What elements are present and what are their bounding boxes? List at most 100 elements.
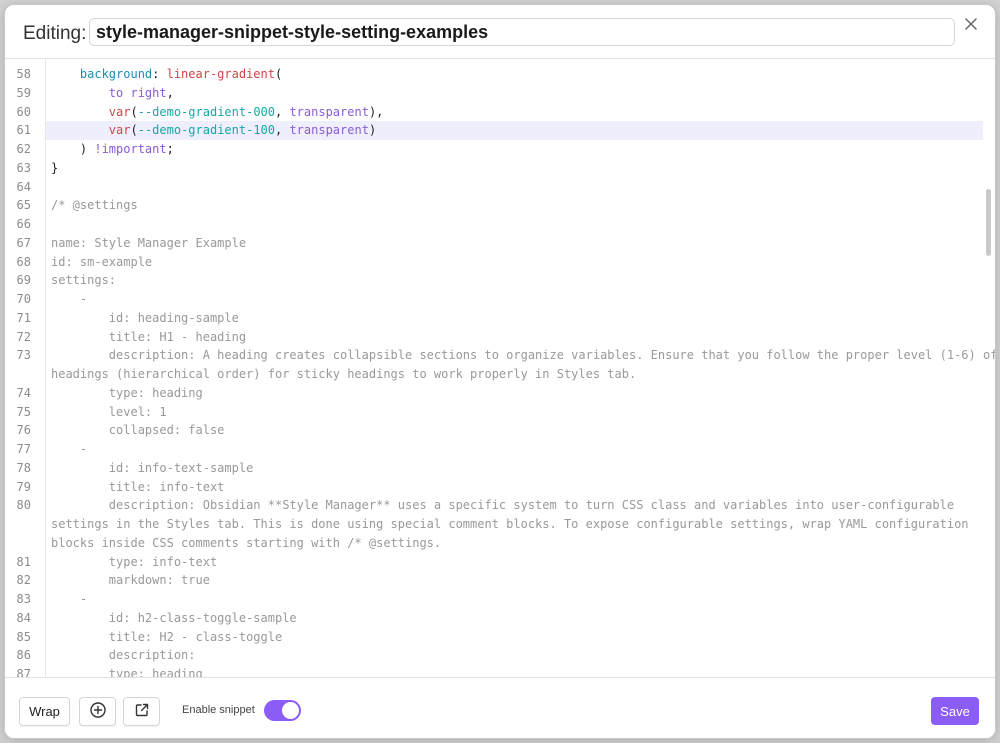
code-line[interactable]: 78 id: info-text-sample bbox=[5, 459, 985, 478]
line-number: 62 bbox=[16, 142, 31, 156]
line-number: 81 bbox=[16, 554, 31, 569]
code-token: background bbox=[79, 67, 153, 81]
line-number: 75 bbox=[16, 404, 31, 419]
code-editor[interactable]: 58 background: linear-gradient(59 to rig… bbox=[5, 59, 995, 677]
code-token: , bbox=[275, 123, 290, 138]
code-line[interactable]: 58 background: linear-gradient( bbox=[5, 65, 985, 84]
code-line[interactable]: 74 type: heading bbox=[5, 384, 985, 403]
line-code: description: bbox=[46, 646, 983, 665]
line-code: settings: bbox=[46, 271, 983, 290]
code-token: id: heading-sample bbox=[51, 310, 239, 325]
code-line[interactable]: 60 var(--demo-gradient-000, transparent)… bbox=[5, 103, 985, 122]
line-number: 79 bbox=[16, 479, 31, 494]
save-button[interactable]: Save bbox=[931, 697, 979, 725]
line-number: 60 bbox=[16, 104, 31, 119]
code-token: ) bbox=[51, 142, 95, 156]
line-code: var(--demo-gradient-000, transparent), bbox=[46, 103, 983, 122]
code-token: headings (hierarchical order) for sticky… bbox=[51, 367, 637, 381]
code-token: /* @settings bbox=[51, 198, 138, 213]
code-line[interactable]: 62 ) !important; bbox=[5, 140, 985, 159]
line-code: title: info-text bbox=[46, 478, 983, 497]
line-code: id: info-text-sample bbox=[46, 459, 983, 478]
editor-scrollbar[interactable] bbox=[986, 189, 991, 256]
line-number: 72 bbox=[16, 329, 31, 344]
code-token: var bbox=[108, 104, 131, 119]
code-token: id: info-text-sample bbox=[51, 460, 254, 475]
code-line[interactable]: 87 type: heading bbox=[5, 665, 985, 677]
close-icon[interactable] bbox=[960, 13, 982, 35]
code-line[interactable]: 80 description: Obsidian **Style Manager… bbox=[5, 496, 985, 515]
code-line[interactable]: 65 /* @settings bbox=[5, 196, 985, 215]
code-line[interactable]: 69 settings: bbox=[5, 271, 985, 290]
code-token: description: bbox=[51, 648, 196, 663]
line-code: - bbox=[46, 440, 983, 459]
code-line[interactable]: 76 collapsed: false bbox=[5, 421, 985, 440]
line-number: 58 bbox=[16, 67, 31, 81]
code-line[interactable]: headings (hierarchical order) for sticky… bbox=[5, 365, 985, 384]
line-code: headings (hierarchical order) for sticky… bbox=[46, 365, 983, 384]
code-line[interactable]: settings in the Styles tab. This is done… bbox=[5, 515, 985, 534]
code-line[interactable]: 85 title: H2 - class-toggle bbox=[5, 628, 985, 647]
code-token: ( bbox=[130, 123, 138, 138]
line-code: type: heading bbox=[46, 665, 983, 677]
line-code: title: H2 - class-toggle bbox=[46, 628, 983, 647]
line-number: 82 bbox=[16, 573, 31, 588]
code-token: ), bbox=[368, 104, 384, 119]
code-line[interactable]: 73 description: A heading creates collap… bbox=[5, 346, 995, 365]
code-line[interactable]: 70 - bbox=[5, 290, 985, 309]
modal-footer: Wrap Enable snippet Save bbox=[5, 677, 995, 738]
code-token: title: info-text bbox=[51, 479, 225, 494]
code-token: markdown: true bbox=[51, 573, 210, 588]
code-line[interactable]: 72 title: H1 - heading bbox=[5, 328, 985, 347]
code-line[interactable]: 64 bbox=[5, 178, 985, 197]
code-token: - bbox=[51, 292, 88, 306]
add-button[interactable] bbox=[79, 697, 116, 726]
line-number: 73 bbox=[16, 348, 31, 363]
code-line[interactable]: 83 - bbox=[5, 590, 985, 609]
line-code: - bbox=[46, 290, 983, 309]
code-line[interactable]: 84 id: h2-class-toggle-sample bbox=[5, 609, 985, 628]
code-line[interactable]: 61 var(--demo-gradient-100, transparent) bbox=[5, 121, 985, 141]
line-code: description: Obsidian **Style Manager** … bbox=[46, 496, 983, 515]
line-code: id: h2-class-toggle-sample bbox=[46, 609, 983, 628]
code-line[interactable]: 86 description: bbox=[5, 646, 985, 665]
code-line[interactable]: 59 to right, bbox=[5, 84, 985, 103]
code-line[interactable]: 67 name: Style Manager Example bbox=[5, 234, 985, 253]
enable-snippet-toggle[interactable] bbox=[264, 700, 301, 721]
code-line[interactable]: 75 level: 1 bbox=[5, 403, 985, 422]
line-code: id: sm-example bbox=[46, 253, 983, 272]
code-line[interactable]: 81 type: info-text bbox=[5, 553, 985, 572]
open-external-button[interactable] bbox=[123, 697, 160, 726]
code-token: level: 1 bbox=[51, 404, 167, 419]
code-token: type: heading bbox=[51, 667, 203, 677]
code-line[interactable]: 63} bbox=[5, 159, 985, 178]
line-code: type: heading bbox=[46, 384, 983, 403]
code-line[interactable]: blocks inside CSS comments starting with… bbox=[5, 534, 985, 553]
line-number: 63 bbox=[16, 160, 31, 175]
line-number: 83 bbox=[16, 592, 31, 606]
code-line[interactable]: 66 bbox=[5, 215, 985, 234]
line-code: var(--demo-gradient-100, transparent) bbox=[46, 121, 983, 141]
code-token: type: info-text bbox=[51, 554, 218, 569]
line-number: 68 bbox=[16, 254, 31, 269]
line-code: type: info-text bbox=[46, 553, 983, 572]
code-line[interactable]: 82 markdown: true bbox=[5, 571, 985, 590]
code-line[interactable]: 68 id: sm-example bbox=[5, 253, 985, 272]
wrap-button[interactable]: Wrap bbox=[19, 697, 70, 726]
code-token: , bbox=[275, 104, 290, 119]
code-token: transparent bbox=[289, 123, 369, 138]
toggle-knob bbox=[282, 702, 299, 719]
snippet-name-input[interactable] bbox=[89, 18, 955, 46]
code-token: description: A heading creates collapsib… bbox=[51, 348, 995, 363]
line-code: - bbox=[46, 590, 983, 609]
code-line[interactable]: 71 id: heading-sample bbox=[5, 309, 985, 328]
line-code: collapsed: false bbox=[46, 421, 983, 440]
line-number: 70 bbox=[16, 292, 31, 306]
code-line[interactable]: 77 - bbox=[5, 440, 985, 459]
code-line[interactable]: 79 title: info-text bbox=[5, 478, 985, 497]
line-code: markdown: true bbox=[46, 571, 983, 590]
